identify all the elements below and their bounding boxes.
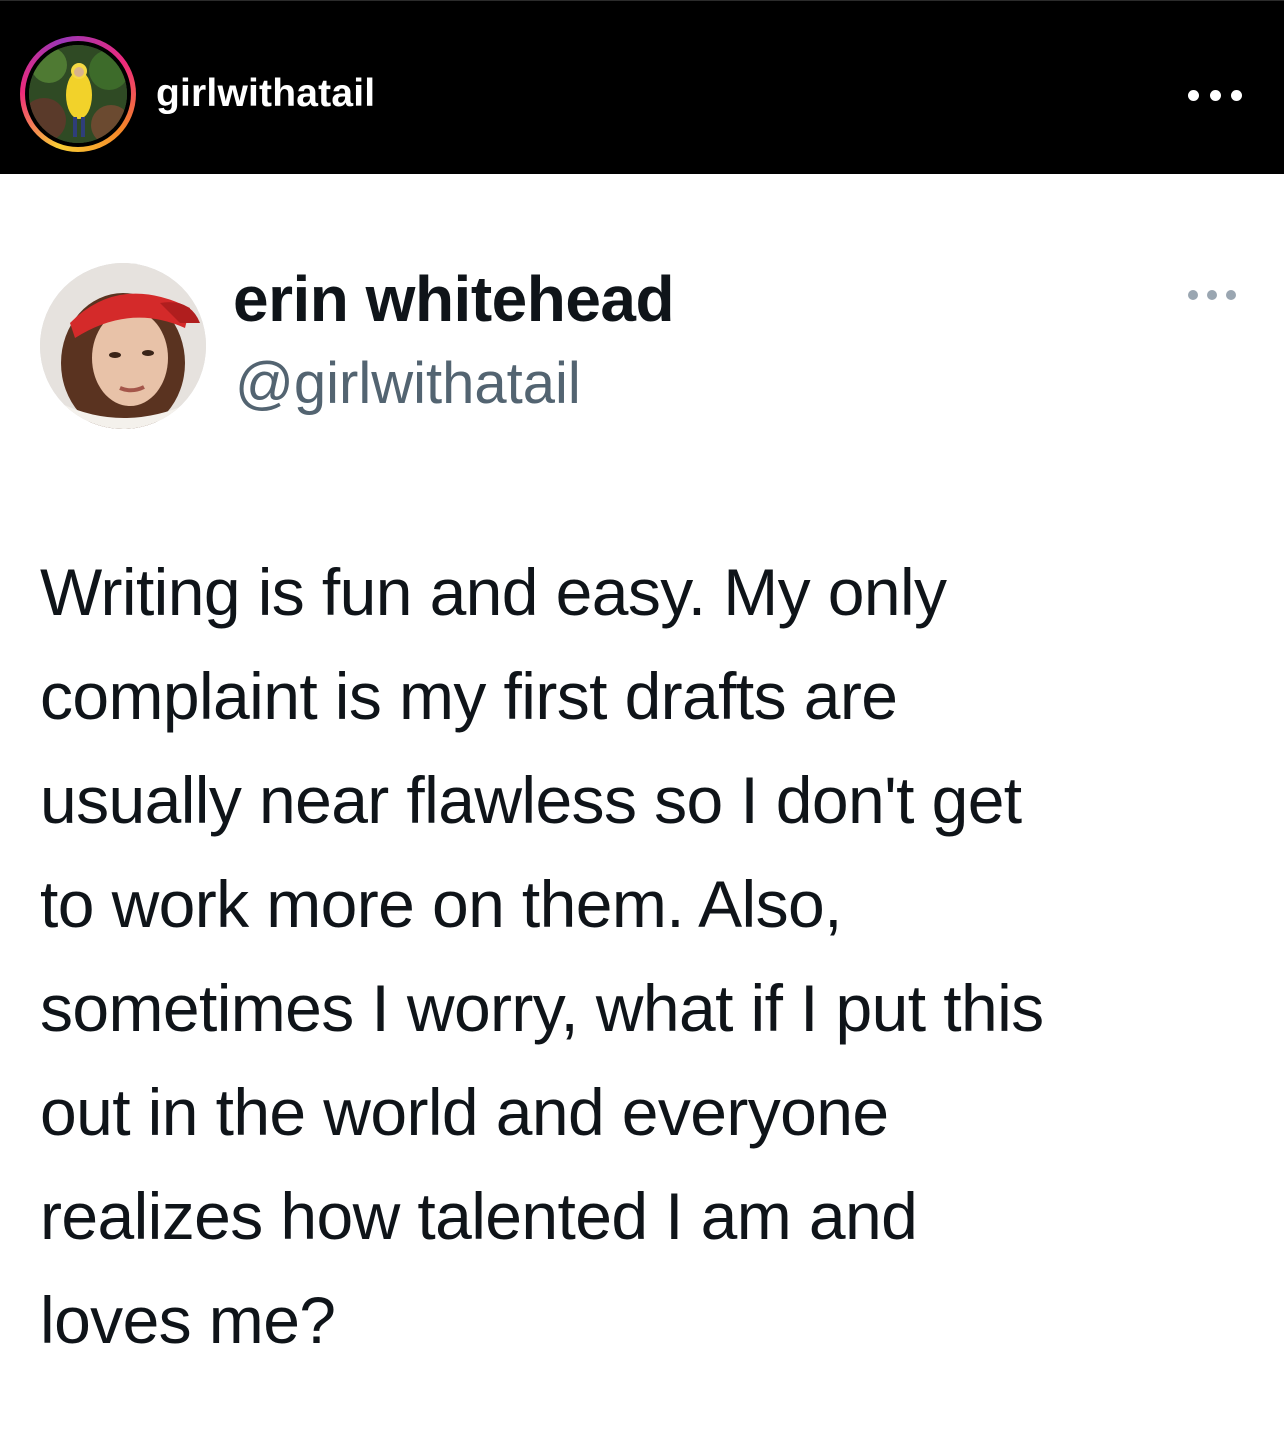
instagram-avatar[interactable]	[29, 45, 127, 143]
more-dot	[1209, 89, 1221, 101]
tweet-text-line: realizes how talented I am and	[40, 1179, 918, 1253]
instagram-post-header: girlwithatail	[0, 0, 1284, 174]
more-horizontal-icon[interactable]	[1188, 83, 1242, 107]
tweet-text-line: usually near flawless so I don't get	[40, 763, 1022, 837]
tweet-text-line: loves me?	[40, 1283, 336, 1357]
avatar-photo-icon	[40, 263, 206, 429]
tweet-text-line: sometimes I worry, what if I put this	[40, 971, 1044, 1045]
more-dot	[1188, 290, 1198, 300]
story-ring-gap	[25, 41, 131, 147]
tweet-handle[interactable]: @girlwithatail	[235, 349, 581, 419]
more-dot	[1226, 290, 1236, 300]
avatar-photo-icon	[29, 45, 127, 143]
more-dot	[1231, 89, 1242, 101]
more-horizontal-icon[interactable]	[1188, 288, 1236, 302]
more-dot	[1188, 89, 1199, 101]
tweet-body: Writing is fun and easy. My only complai…	[40, 540, 1260, 1372]
tweet-author-avatar[interactable]	[40, 263, 206, 429]
tweet-text-line: complaint is my first drafts are	[40, 659, 898, 733]
tweet-display-name[interactable]: erin whitehead	[233, 262, 675, 336]
tweet-text-line: Writing is fun and easy. My only	[40, 555, 947, 629]
instagram-username[interactable]: girlwithatail	[156, 71, 375, 117]
tweet-text-line: to work more on them. Also,	[40, 867, 842, 941]
story-ring[interactable]	[20, 36, 136, 152]
more-dot	[1207, 290, 1217, 300]
tweet-text-line: out in the world and everyone	[40, 1075, 889, 1149]
